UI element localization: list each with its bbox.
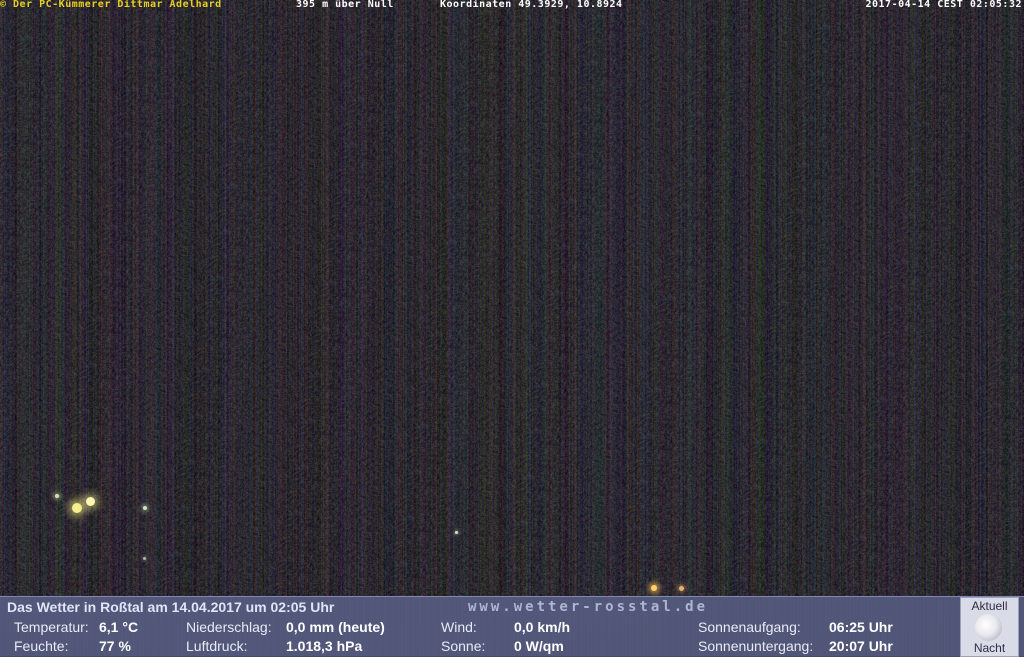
light-small xyxy=(679,586,684,591)
weather-title: Das Wetter in Roßtal am 14.04.2017 um 02… xyxy=(7,599,335,615)
timestamp-text: 2017-04-14 CEST 02:05:32 xyxy=(865,0,1022,10)
light-small xyxy=(455,531,458,534)
humidity-label: Feuchte: xyxy=(14,638,69,654)
altitude-text: 395 m über Null xyxy=(296,0,394,10)
sunset-value: 20:07 Uhr xyxy=(829,638,893,654)
pressure-label: Luftdruck: xyxy=(186,638,248,654)
sunrise-label: Sonnenaufgang: xyxy=(698,619,801,635)
precip-label: Niederschlag: xyxy=(186,619,272,635)
moon-label-current: Aktuell xyxy=(971,599,1008,613)
wind-label: Wind: xyxy=(441,619,477,635)
webcam-night-image: © Der PC-Kümmerer Dittmar Adelhard 395 m… xyxy=(0,0,1024,656)
coordinates-text: Koordinaten 49.3929, 10.8924 xyxy=(440,0,623,10)
wind-value: 0,0 km/h xyxy=(514,619,571,635)
sun-label: Sonne: xyxy=(441,638,486,654)
moon-phase-widget: Aktuell Nacht xyxy=(960,597,1019,657)
humidity-value: 77 % xyxy=(99,638,131,654)
sensor-noise-texture xyxy=(0,0,1024,596)
copyright-text: © Der PC-Kümmerer Dittmar Adelhard xyxy=(0,0,222,10)
light-cluster-left-2 xyxy=(86,497,95,506)
light-small xyxy=(651,585,657,591)
temperature-label: Temperatur: xyxy=(14,619,89,635)
site-url: www.wetter-rosstal.de xyxy=(468,599,709,615)
moon-label-night: Nacht xyxy=(973,641,1006,655)
light-small xyxy=(55,494,59,498)
sunrise-value: 06:25 Uhr xyxy=(829,619,893,635)
light-cluster-left xyxy=(72,503,82,513)
light-small xyxy=(143,506,147,510)
sunset-label: Sonnenuntergang: xyxy=(698,638,814,654)
light-small xyxy=(143,557,146,560)
sun-value: 0 W/qm xyxy=(514,638,564,654)
pressure-value: 1.018,3 hPa xyxy=(286,638,363,654)
weather-panel: Das Wetter in Roßtal am 14.04.2017 um 02… xyxy=(0,596,1024,657)
temperature-value: 6,1 °C xyxy=(99,619,139,635)
full-moon-icon xyxy=(975,614,1002,641)
precip-value: 0,0 mm (heute) xyxy=(286,619,385,635)
